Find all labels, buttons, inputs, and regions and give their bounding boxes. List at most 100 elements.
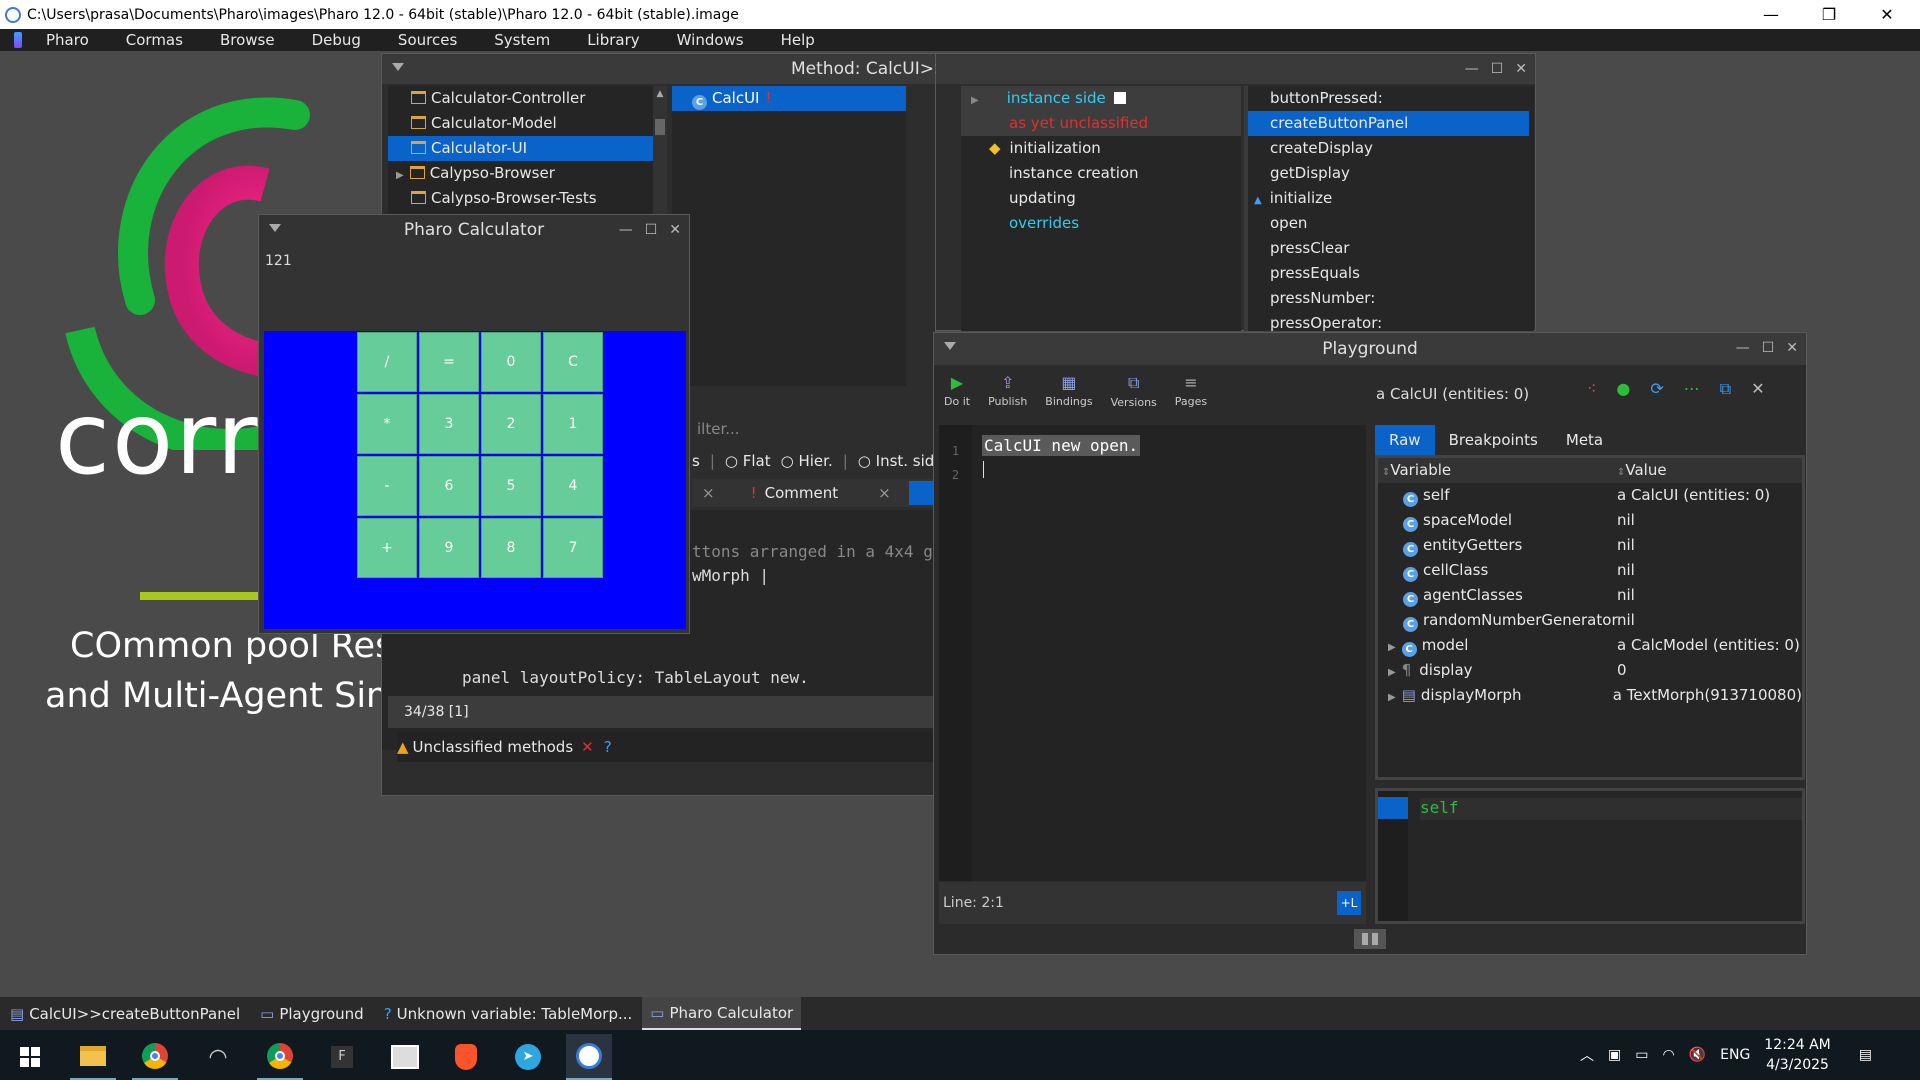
help-icon[interactable]: ? [604, 738, 612, 756]
expand-arrow-icon[interactable]: ▶ [396, 170, 404, 181]
package-item[interactable]: ▶ Calypso-Browser [388, 161, 653, 186]
minimize-icon[interactable]: — [1465, 61, 1479, 77]
maximize-icon[interactable]: ☐ [645, 222, 658, 238]
method-item[interactable]: createDisplay [1248, 136, 1534, 161]
image-viewer-icon[interactable] [382, 1034, 428, 1080]
taskbar-item-playground[interactable]: ▭ Playground [250, 997, 374, 1030]
protocol-instance-side[interactable]: ▶ instance side [961, 86, 1241, 111]
close-tab-icon[interactable]: × [878, 484, 891, 502]
os-title-bar[interactable]: C:\Users\prasa\Documents\Pharo\images\Ph… [0, 0, 1920, 29]
menu-cormas[interactable]: Cormas [108, 31, 202, 49]
calc-button-plus[interactable]: + [357, 518, 417, 578]
protocol-item[interactable]: instance creation [961, 161, 1241, 186]
bug-icon[interactable]: ● [1616, 379, 1630, 399]
maximize-icon[interactable]: ☐ [1491, 61, 1504, 77]
close-icon[interactable]: ✕ [669, 222, 681, 238]
remove-critique-icon[interactable]: ✕ [581, 738, 594, 756]
calc-button-7[interactable]: 7 [543, 518, 603, 578]
package-item[interactable]: Calypso-Browser-Tests [388, 186, 653, 211]
calc-button-divide[interactable]: / [357, 332, 417, 392]
expand-arrow-icon[interactable]: ▶ [1388, 642, 1396, 653]
method-item[interactable]: getDisplay [1248, 161, 1534, 186]
windows-start-icon[interactable] [7, 1034, 53, 1080]
pharo-taskbar-icon[interactable] [566, 1034, 612, 1080]
versions-button[interactable]: ⧉ Versions [1111, 373, 1157, 409]
browser-title-bar[interactable]: Method: CalcUI>>createButtonPanel [382, 54, 1105, 84]
window-menu-icon[interactable] [944, 342, 956, 350]
refresh-icon[interactable]: ⟳ [1650, 379, 1663, 399]
calc-button-8[interactable]: 8 [481, 518, 541, 578]
table-row[interactable]: CagentClasses nil [1378, 583, 1802, 608]
expand-arrow-icon[interactable]: ▶ [1388, 692, 1396, 703]
calc-button-2[interactable]: 2 [481, 394, 541, 454]
raw-icon[interactable]: ⋯ [1684, 379, 1700, 399]
method-tab-icon[interactable] [908, 481, 933, 505]
tray-app-icon[interactable]: ▣ [1608, 1047, 1621, 1063]
table-row[interactable]: CspaceModel nil [1378, 508, 1802, 533]
close-tab-icon[interactable]: × [702, 484, 715, 502]
calc-button-equals[interactable]: = [419, 332, 479, 392]
calc-button-9[interactable]: 9 [419, 518, 479, 578]
publish-button[interactable]: ⇪ Publish [988, 373, 1027, 409]
menu-system[interactable]: System [476, 31, 569, 49]
telegram-icon[interactable]: ➤ [505, 1034, 551, 1080]
method-item[interactable]: buttonPressed: [1248, 86, 1534, 111]
tab-meta[interactable]: Meta [1552, 425, 1617, 455]
calc-button-3[interactable]: 3 [419, 394, 479, 454]
calc-button-0[interactable]: 0 [481, 332, 541, 392]
language-indicator[interactable]: ENG [1720, 1047, 1750, 1063]
inst-side-radio[interactable]: ○ Inst. sid [858, 452, 935, 470]
flat-radio[interactable]: ○ Flat [725, 452, 771, 470]
calc-button-multiply[interactable]: * [357, 394, 417, 454]
close-icon[interactable]: ✕ [1786, 340, 1798, 356]
tab-raw[interactable]: Raw [1375, 425, 1435, 455]
bindings-button[interactable]: ▦ Bindings [1045, 373, 1092, 409]
minimize-icon[interactable]: — [1742, 0, 1800, 29]
window-menu-icon[interactable] [392, 63, 404, 71]
method-item-selected[interactable]: createButtonPanel [1248, 111, 1529, 136]
calc-button-6[interactable]: 6 [419, 456, 479, 516]
package-item-selected[interactable]: Calculator-UI [388, 136, 653, 161]
table-row[interactable]: ▶ Cmodel a CalcModel (entities: 0) [1378, 633, 1802, 658]
calculator-title-bar[interactable]: Pharo Calculator — ☐ ✕ [259, 215, 689, 245]
window-menu-icon[interactable] [269, 224, 281, 232]
menu-library[interactable]: Library [569, 31, 658, 49]
calc-button-4[interactable]: 4 [543, 456, 603, 516]
clock[interactable]: 12:24 AM 4/3/2025 [1764, 1035, 1830, 1075]
table-row[interactable]: CcellClass nil [1378, 558, 1802, 583]
calc-button-5[interactable]: 5 [481, 456, 541, 516]
protocol-item[interactable]: updating [961, 186, 1241, 211]
menu-windows[interactable]: Windows [659, 31, 763, 49]
package-item[interactable]: Calculator-Controller [388, 86, 653, 111]
class-item-selected[interactable]: C CalcUI! [672, 86, 906, 111]
protocol-item[interactable]: overrides [961, 211, 1241, 236]
taskbar-item-unknown-variable[interactable]: ? Unknown variable: TableMorp... [374, 997, 643, 1030]
method-item[interactable]: pressNumber: [1248, 286, 1534, 311]
close-icon[interactable]: ✕ [1858, 0, 1916, 29]
playground-title-bar[interactable]: Playground — ☐ ✕ [934, 333, 1806, 365]
taskbar-item-calculator[interactable]: ▭ Pharo Calculator [642, 997, 802, 1030]
menu-debug[interactable]: Debug [294, 31, 380, 49]
calc-button-clear[interactable]: C [543, 332, 603, 392]
wifi-icon[interactable]: ◠ [1662, 1047, 1674, 1063]
pharo-logo-icon[interactable] [14, 32, 22, 48]
close-icon[interactable]: ✕ [1515, 61, 1527, 77]
notification-icon[interactable]: ▤ [1859, 1047, 1872, 1063]
tab-breakpoints[interactable]: Breakpoints [1435, 425, 1552, 455]
table-row[interactable]: CentityGetters nil [1378, 533, 1802, 558]
close-inspector-icon[interactable]: ✕ [1751, 379, 1764, 399]
table-row[interactable]: Cself a CalcUI (entities: 0) [1378, 483, 1802, 508]
expand-arrow-icon[interactable]: ▶ [1388, 667, 1396, 678]
method-item[interactable]: ▲ initialize [1248, 186, 1534, 211]
class-filter-field[interactable]: ilter... [697, 420, 937, 442]
calc-button-minus[interactable]: - [357, 456, 417, 516]
checkbox-icon[interactable] [1113, 92, 1126, 104]
chrome-icon[interactable] [132, 1034, 178, 1080]
package-item[interactable]: Calculator-Model [388, 111, 653, 136]
tray-chevron-icon[interactable]: ︿ [1580, 1045, 1594, 1065]
table-row[interactable]: ▶ ▤ displayMorph a TextMorph(913710080) [1378, 683, 1802, 708]
method-item[interactable]: pressEquals [1248, 261, 1534, 286]
restore-icon[interactable]: ❐ [1800, 0, 1858, 29]
menu-help[interactable]: Help [763, 31, 834, 49]
dots-icon[interactable]: ⁖ [1587, 379, 1596, 399]
